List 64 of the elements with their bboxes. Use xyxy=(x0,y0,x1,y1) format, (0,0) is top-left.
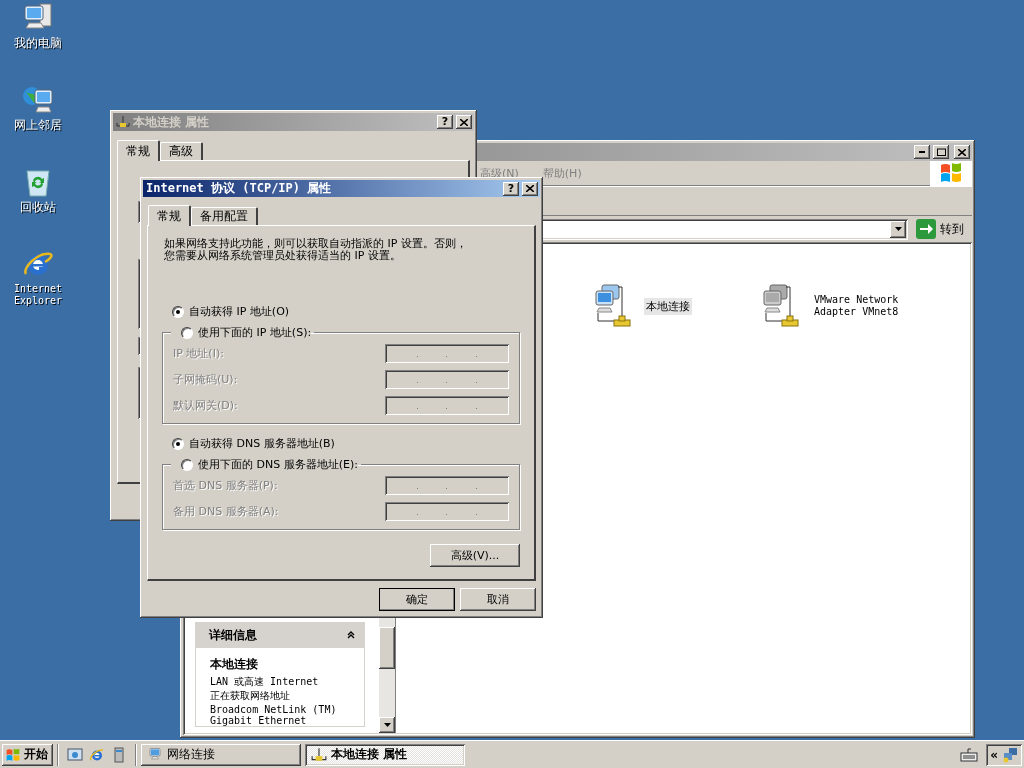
network-computer-icon xyxy=(22,84,54,116)
maximize-button[interactable] xyxy=(933,145,949,159)
ip-address-field[interactable] xyxy=(385,396,509,415)
desktop-shortcut-icon[interactable] xyxy=(67,746,83,763)
radio-option[interactable]: 使用下面的 DNS 服务器地址(E): xyxy=(171,457,358,472)
radio-option[interactable]: 使用下面的 IP 地址(S): xyxy=(171,325,312,340)
field-label: IP 地址(I): xyxy=(173,346,224,361)
taskbar-button[interactable]: 网络连接 xyxy=(141,743,301,766)
maximize-icon xyxy=(936,148,946,156)
field-label: 备用 DNS 服务器(A): xyxy=(173,504,279,519)
details-name: 本地连接 xyxy=(210,656,259,673)
close-icon xyxy=(958,148,966,156)
details-header[interactable]: 详细信息 xyxy=(195,622,365,648)
windows-flag-logo xyxy=(939,162,963,184)
field-label: 默认网关(D): xyxy=(173,398,238,413)
windows-flag-icon xyxy=(5,747,21,762)
taskbar-button[interactable]: 本地连接 属性 xyxy=(305,743,465,766)
dropdown-arrow-icon xyxy=(894,227,902,231)
desktop-icon-label[interactable]: 我的电脑 xyxy=(14,37,62,49)
tab[interactable]: 高级 xyxy=(160,142,203,160)
tab[interactable]: 常规 xyxy=(117,140,160,161)
minimize-icon xyxy=(919,151,925,153)
close-button[interactable] xyxy=(456,115,472,129)
field-label: 子网掩码(U): xyxy=(173,372,238,387)
down-arrow-icon xyxy=(383,723,391,727)
close-icon xyxy=(526,185,534,193)
ip-address-field[interactable] xyxy=(385,370,509,389)
advanced-button[interactable]: 高级(V)... xyxy=(430,544,520,567)
scroll-down-button[interactable] xyxy=(379,717,395,733)
keyboard-icon[interactable] xyxy=(960,747,979,762)
connection-name[interactable]: 本地连接 xyxy=(644,297,692,315)
help-button[interactable]: ? xyxy=(437,115,453,129)
details-text: LAN 或高速 Internet xyxy=(210,676,320,687)
desktop-icon-label[interactable]: 回收站 xyxy=(20,201,56,213)
network-plug-icon xyxy=(116,116,130,128)
details-title: 详细信息 xyxy=(209,626,257,644)
close-button[interactable] xyxy=(954,145,970,159)
tab[interactable]: 常规 xyxy=(148,205,191,226)
network-plug-icon xyxy=(311,747,327,762)
close-icon xyxy=(460,118,468,126)
go-button[interactable]: 转到 xyxy=(914,219,966,239)
cancel-button[interactable]: 取消 xyxy=(460,588,536,611)
minimize-button[interactable] xyxy=(914,145,930,159)
description-text: 如果网络支持此功能，则可以获取自动指派的 IP 设置。否则，您需要从网络系统管理员处获得适当的 IP 设置。 xyxy=(164,238,468,262)
collapse-chevron-icon xyxy=(347,631,355,639)
details-text: Broadcom NetLink (TM) Gigabit Ethernet xyxy=(210,704,338,726)
desktop-icon-label[interactable]: Internet Explorer xyxy=(8,283,68,307)
network-computer-icon xyxy=(147,746,163,763)
browser-e-icon[interactable] xyxy=(89,746,105,763)
dialog-window: Internet 协议 (TCP/IP) 属性 ? 常规 备用配置 如果网络支持此功能，则可以获取自动指派的 IP 设置。否则，您需要从网络系统管理员处获得适当的 IP 设置。 自动获得 IP 地址(O) 使用下面的 IP 地址(S): IP 地址(I): 子网掩码(U): 默认网关(D): 自动获得 DNS 服务器地址(B) 使用下面的 DNS 服务器地址(E): 首选 DNS 服务器(P): 备用 DNS 服务器(A): 高级(V)... 确定 取消 xyxy=(140,177,543,618)
scroll-thumb[interactable] xyxy=(379,627,395,669)
tab[interactable]: 备用配置 xyxy=(191,207,258,225)
start-button[interactable]: 开始 xyxy=(2,743,53,766)
ok-button[interactable]: 确定 xyxy=(379,588,455,611)
ip-address-field[interactable] xyxy=(385,344,509,363)
network-status-icon[interactable] xyxy=(1002,746,1018,763)
close-button[interactable] xyxy=(522,181,538,196)
ip-address-field[interactable] xyxy=(385,476,509,495)
details-text: 正在获取网络地址 xyxy=(210,690,291,701)
tray-expand-button[interactable]: « xyxy=(990,747,998,762)
field-label: 首选 DNS 服务器(P): xyxy=(173,478,278,493)
help-button[interactable]: ? xyxy=(503,181,519,196)
desktop-icon-label[interactable]: 网上邻居 xyxy=(14,119,62,131)
ip-address-field[interactable] xyxy=(385,502,509,521)
